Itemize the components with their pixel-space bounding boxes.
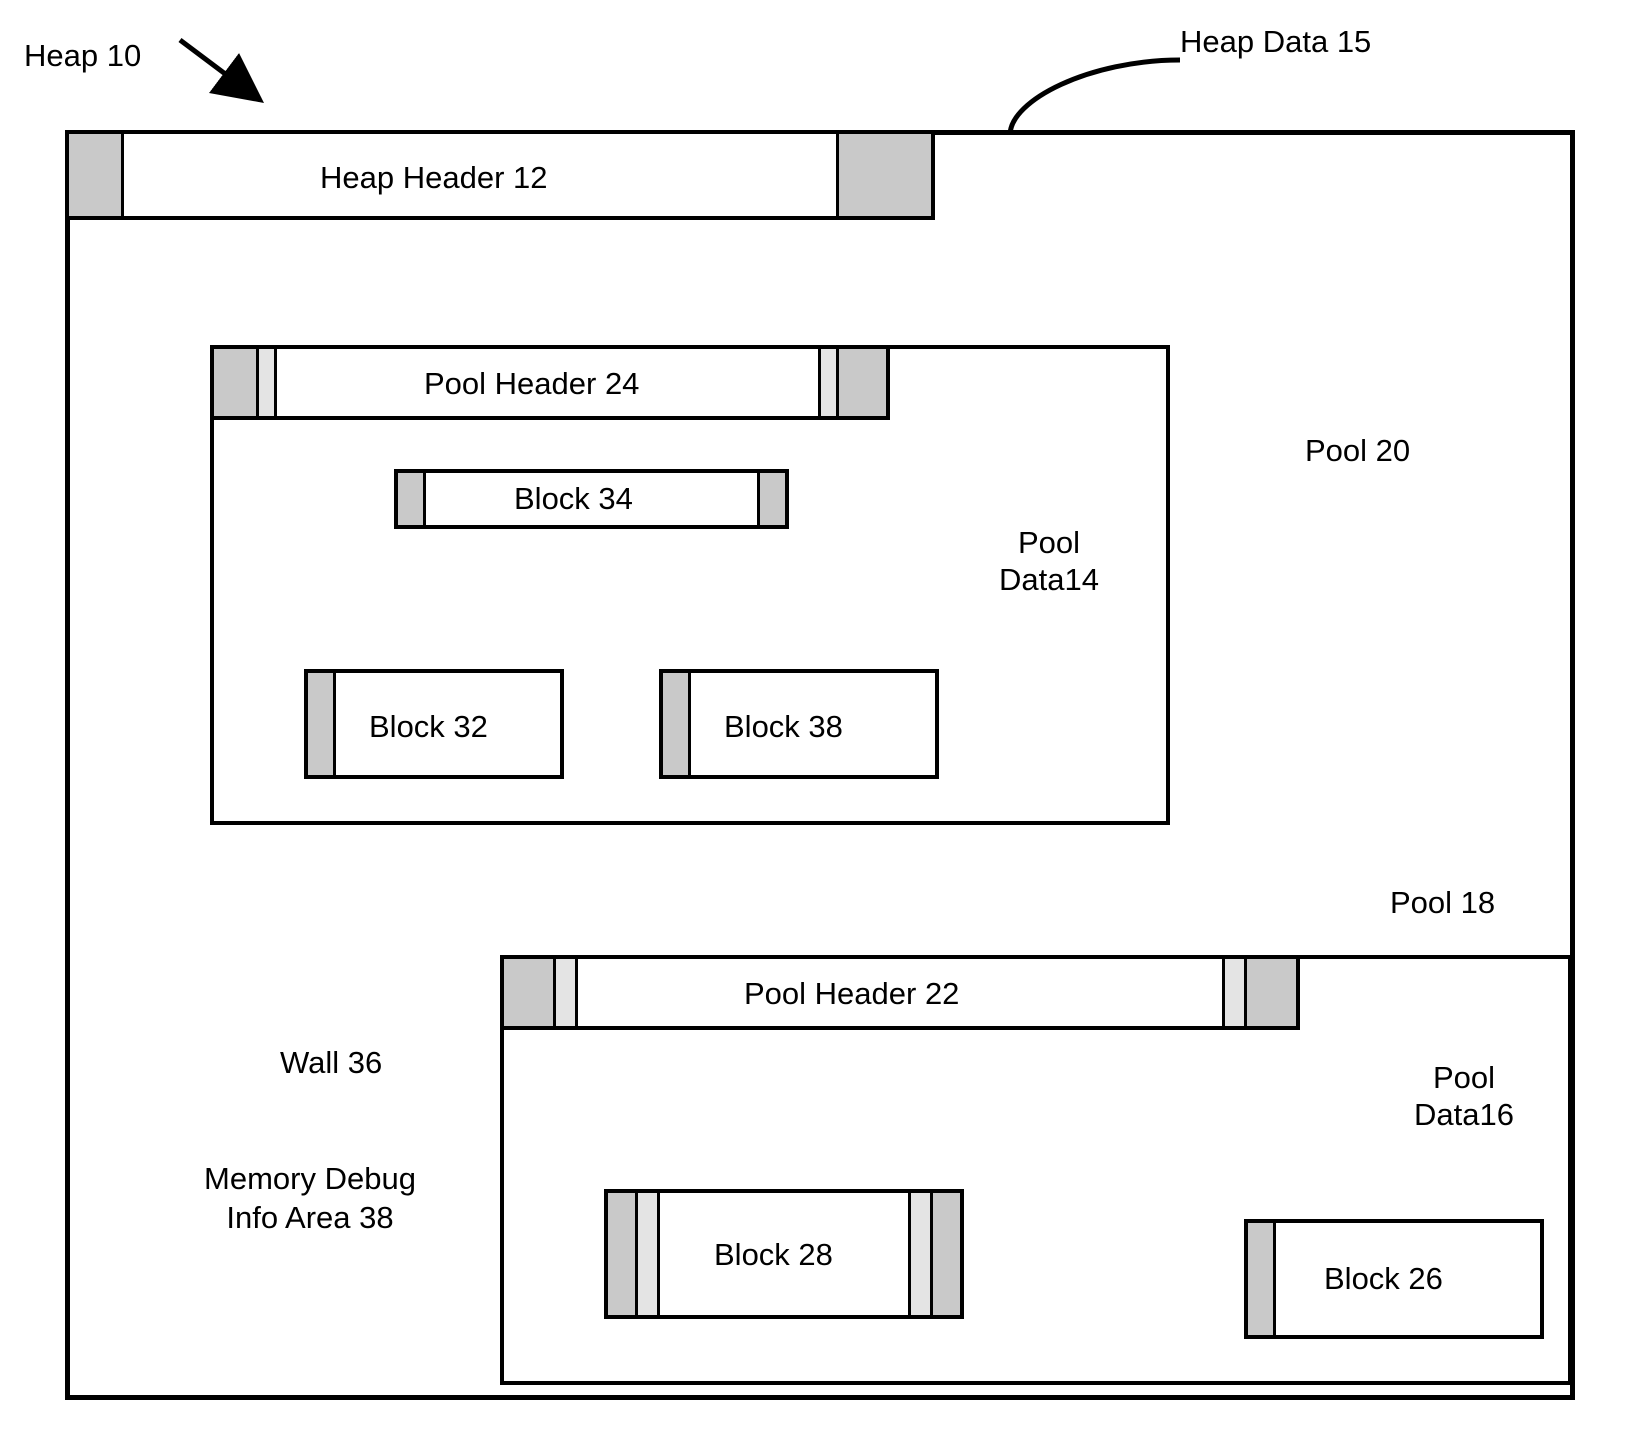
wall-segment — [836, 134, 931, 216]
block-28-label: Block 28 — [714, 1237, 833, 1273]
wall-segment — [836, 349, 886, 416]
debug-segment — [259, 349, 277, 416]
heap-10-label: Heap 10 — [24, 38, 141, 74]
wall-segment — [1244, 959, 1296, 1026]
block-32-label: Block 32 — [369, 709, 488, 745]
debug-segment — [818, 349, 836, 416]
wall-segment — [69, 134, 124, 216]
diagram-canvas: Heap 10 Heap Data 15 Heap Header 12 — [0, 0, 1645, 1436]
pool-data14-label: Pool Data14 — [974, 524, 1124, 598]
pool-data16-label: Pool Data16 — [1384, 1059, 1544, 1133]
block-34-label: Block 34 — [514, 481, 633, 517]
pool-20-box: Pool Header 24 Pool Data14 Block 34 Bloc… — [210, 345, 1170, 825]
debug-segment — [556, 959, 578, 1026]
debug-segment — [638, 1193, 660, 1315]
pool-header-24-label: Pool Header 24 — [424, 366, 639, 402]
wall-36-segment — [504, 959, 556, 1026]
debug-segment — [1222, 959, 1244, 1026]
wall-segment — [930, 1193, 960, 1315]
pool-20-label: Pool 20 — [1305, 433, 1410, 469]
wall-segment — [308, 673, 336, 775]
wall-36-label: Wall 36 — [280, 1045, 382, 1081]
wall-segment — [757, 473, 785, 525]
debug-segment — [908, 1193, 930, 1315]
wall-segment — [398, 473, 426, 525]
heap-data-15-label: Heap Data 15 — [1180, 24, 1371, 60]
block-38-label: Block 38 — [724, 709, 843, 745]
block-26-label: Block 26 — [1324, 1261, 1443, 1297]
heap-box: Heap Header 12 Pool Header 24 Pool Data1… — [65, 130, 1575, 1400]
wall-segment — [214, 349, 259, 416]
pool-18-label: Pool 18 — [1390, 885, 1495, 921]
heap-header-label: Heap Header 12 — [320, 160, 548, 196]
wall-segment — [1248, 1223, 1276, 1335]
wall-segment — [663, 673, 691, 775]
pool-header-22-label: Pool Header 22 — [744, 976, 959, 1012]
memory-debug-38-label: Memory Debug Info Area 38 — [175, 1160, 445, 1238]
memory-debug-info-area-38-segment — [608, 1193, 638, 1315]
pool-18-box: Pool Header 22 Pool Data16 Block 28 Bloc… — [500, 955, 1572, 1385]
